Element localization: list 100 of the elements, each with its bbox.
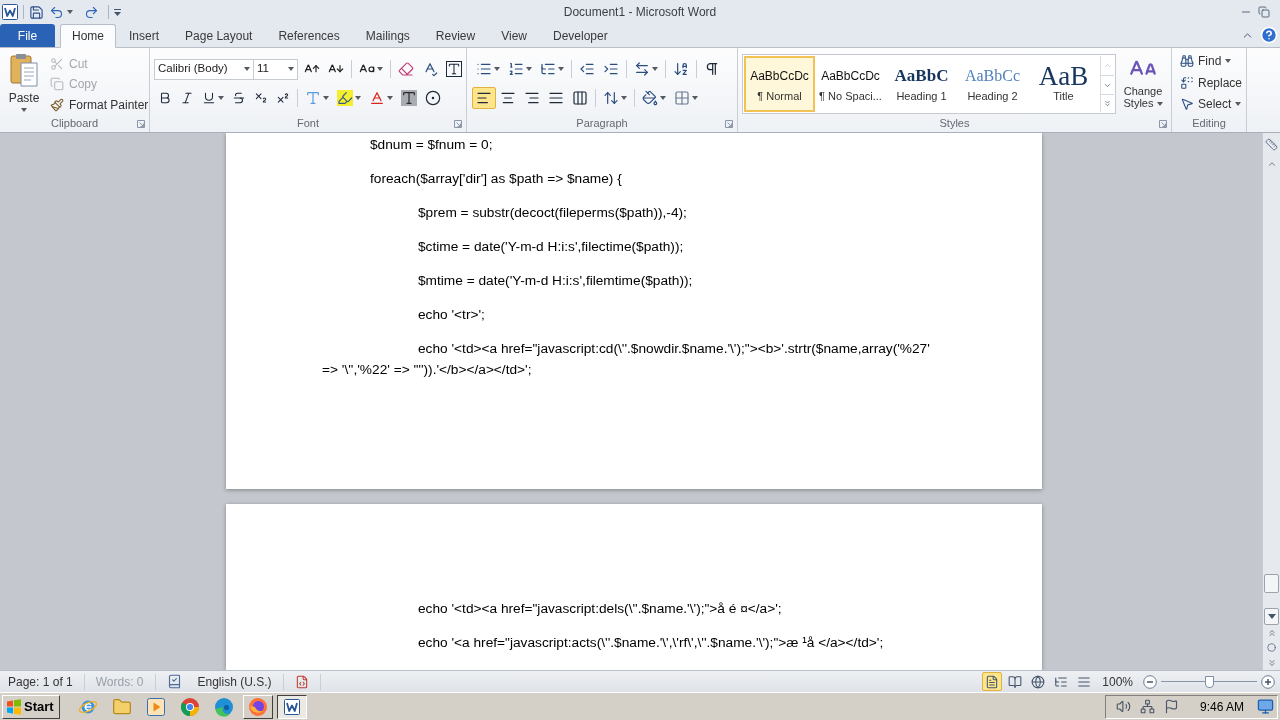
plus-circle-icon xyxy=(1261,674,1275,689)
file-tab[interactable]: File xyxy=(0,24,55,47)
paintbrush-icon xyxy=(50,97,64,112)
lines-icon xyxy=(1077,674,1092,689)
dialog-launcher-icon[interactable] xyxy=(725,119,733,128)
replace-button[interactable]: Replace xyxy=(1180,71,1243,94)
language[interactable]: English (U.S.) xyxy=(189,672,280,691)
page-count[interactable]: Page: 1 of 1 xyxy=(0,672,81,691)
help-button[interactable] xyxy=(1260,26,1278,44)
minus-circle-icon xyxy=(1143,674,1157,689)
caret-icon xyxy=(244,67,250,71)
group-label: Clipboard xyxy=(50,118,99,129)
indent-icon xyxy=(603,61,619,77)
ruler-icon xyxy=(1265,137,1278,151)
left-right-arrows-icon xyxy=(634,61,650,77)
code-file-icon xyxy=(294,674,309,689)
segmented-circle-icon xyxy=(179,696,200,717)
pointer-icon xyxy=(1180,97,1194,112)
ribbon-tab[interactable]: View xyxy=(488,24,540,47)
scrollbar-thumb[interactable] xyxy=(1264,574,1279,593)
caret-icon xyxy=(218,96,224,100)
zoom-slider-track[interactable] xyxy=(1161,675,1257,688)
bold-icon xyxy=(158,91,172,105)
circle-dot-icon xyxy=(425,90,441,106)
dialog-launcher-icon[interactable] xyxy=(454,119,462,128)
bullet-list-icon xyxy=(476,61,492,77)
binoculars-icon xyxy=(1180,53,1194,68)
shaded-letter-icon xyxy=(401,90,417,106)
boxed-letter-icon xyxy=(446,61,462,77)
save-icon xyxy=(29,4,44,20)
ribbon-tab[interactable]: Review xyxy=(422,24,489,47)
flag-icon xyxy=(1163,699,1179,714)
caret-icon xyxy=(1235,102,1242,107)
style-item[interactable]: AaBbCc Heading 2 xyxy=(957,56,1028,112)
style-item[interactable]: AaBbCcDc ¶ No Spaci... xyxy=(815,56,886,112)
select-button[interactable]: Select xyxy=(1180,93,1243,115)
tree-list-icon xyxy=(540,61,556,77)
font-size-field[interactable]: 11 xyxy=(254,58,298,80)
code-paragraph: foreach($array['dir'] as $path => $name) { xyxy=(369,170,623,188)
redo-icon xyxy=(84,4,99,20)
window-title: Document1 - Microsoft Word xyxy=(563,4,717,21)
group-label: Editing xyxy=(1192,118,1226,129)
clock[interactable]: 9:46 AM xyxy=(1199,697,1244,716)
network-button[interactable] xyxy=(1139,699,1155,714)
caret-icon xyxy=(67,10,73,14)
font-name-field[interactable]: Calibri (Body) xyxy=(154,58,254,80)
zoom-in-button[interactable] xyxy=(1261,674,1275,689)
style-item[interactable]: AaBbC Heading 1 xyxy=(886,56,957,112)
zoom-level[interactable]: 100% xyxy=(1102,672,1133,691)
scroll-down-button[interactable] xyxy=(1264,608,1279,625)
clipboard-icon xyxy=(10,53,38,87)
save-button[interactable] xyxy=(29,4,44,20)
dialog-launcher-icon[interactable] xyxy=(1159,119,1167,128)
dialog-launcher-icon[interactable] xyxy=(137,119,145,128)
start-button[interactable]: Start xyxy=(2,694,60,719)
underline-icon xyxy=(202,91,216,105)
ribbon-tab[interactable]: Mailings xyxy=(352,24,423,47)
show-desktop-button[interactable] xyxy=(1257,698,1274,715)
change-styles-button[interactable]: Change Styles xyxy=(1119,54,1167,116)
ribbon-tab[interactable]: Page Layout xyxy=(172,24,266,47)
strikethrough-icon xyxy=(232,91,246,105)
tree-list-icon xyxy=(1054,674,1069,689)
redo-button[interactable] xyxy=(84,4,99,20)
format-painter-button[interactable]: Format Painter xyxy=(50,94,149,115)
paste-button[interactable]: Paste xyxy=(3,51,45,117)
open-book-icon xyxy=(1008,674,1023,689)
sort-icon xyxy=(673,61,689,77)
underlined-letter-icon xyxy=(369,90,385,106)
customize-toolbar-icon[interactable] xyxy=(114,8,121,16)
code-paragraph: $prem = substr(decoct(fileperms($path)),-4); xyxy=(417,204,688,222)
caret-icon xyxy=(387,96,393,100)
ringed-circle-icon xyxy=(247,696,268,717)
caret-icon xyxy=(1156,102,1163,107)
ribbon-tab[interactable]: References xyxy=(265,24,353,47)
ribbon-tab[interactable]: Home xyxy=(60,24,116,48)
italic-icon xyxy=(180,91,194,105)
volume-button[interactable] xyxy=(1115,699,1131,714)
zoom-out-button[interactable] xyxy=(1143,674,1157,689)
align-left-button[interactable] xyxy=(472,87,496,109)
numbered-list-icon xyxy=(508,61,524,77)
print-layout-button[interactable] xyxy=(982,672,1003,691)
spell-check-icon xyxy=(422,61,438,77)
caret-icon xyxy=(1225,58,1232,63)
book-check-icon xyxy=(166,674,182,689)
align-right-icon xyxy=(524,90,540,106)
taskbar-app-button[interactable] xyxy=(276,694,307,719)
code-paragraph: echo '<a href="javascript:acts(\''.$name.'\',\'rf\',\''.$name.'\');">æ ¹å </a></td>'; xyxy=(417,634,885,652)
double-chevron-down-icon xyxy=(1266,657,1277,668)
style-item[interactable]: AaBbCcDc ¶ Normal xyxy=(744,56,815,112)
undo-button[interactable] xyxy=(49,4,73,20)
document-icon xyxy=(985,674,1000,689)
action-center-button[interactable] xyxy=(1163,699,1179,714)
ribbon-tab[interactable]: Insert xyxy=(116,24,173,47)
restore-button[interactable] xyxy=(1258,6,1270,18)
caret-icon xyxy=(21,108,27,112)
letter-t-icon xyxy=(305,90,321,106)
style-item[interactable]: AaB Title xyxy=(1028,56,1099,112)
zoom-slider-thumb[interactable] xyxy=(1205,675,1214,688)
ribbon-tab[interactable]: Developer xyxy=(539,24,621,47)
find-button[interactable]: Find xyxy=(1180,50,1243,72)
